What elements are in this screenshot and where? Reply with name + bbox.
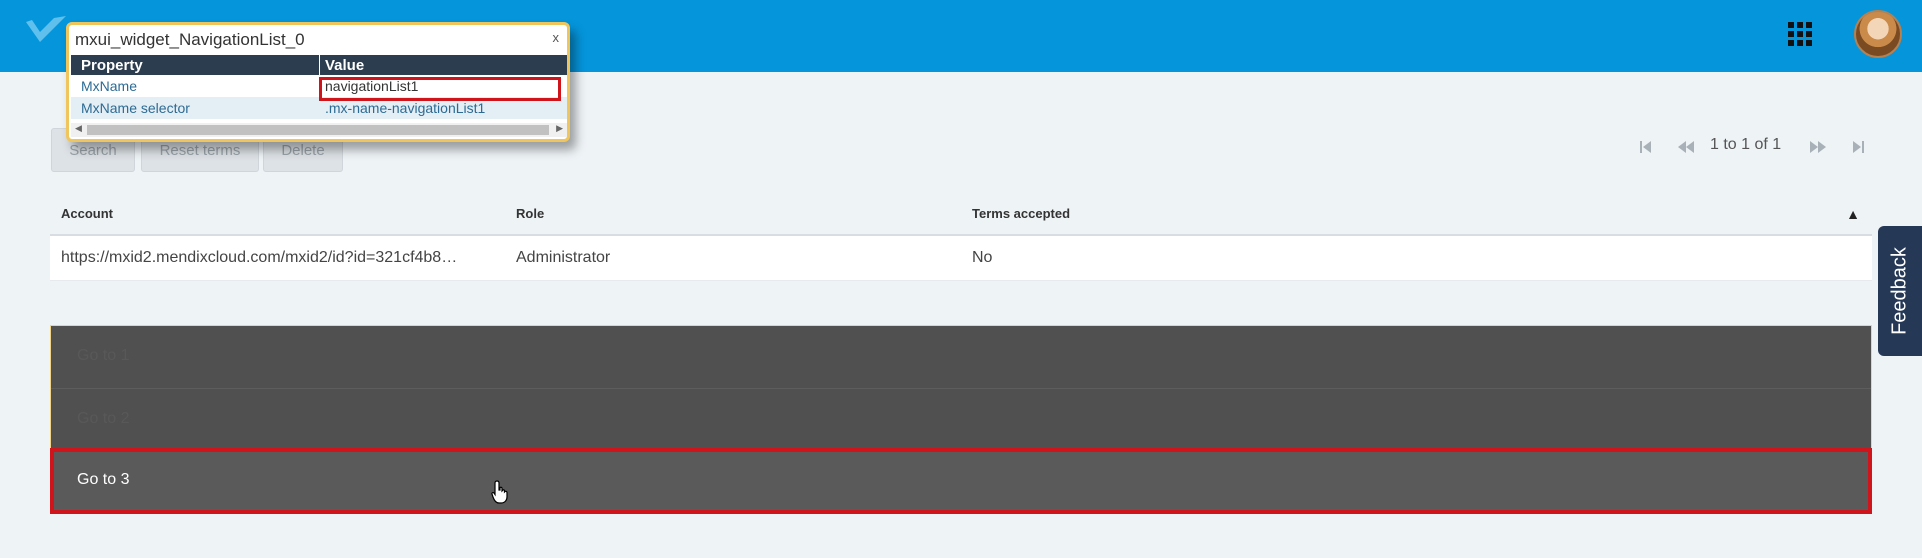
last-page-icon[interactable] xyxy=(1850,135,1866,159)
inspector-value[interactable]: .mx-name-navigationList1 xyxy=(325,100,485,116)
hand-cursor-icon xyxy=(491,480,508,504)
inspector-property: MxName xyxy=(81,78,138,94)
inspector-property: MxName selector xyxy=(81,100,190,116)
feedback-label: Feedback xyxy=(1888,247,1911,335)
user-avatar[interactable] xyxy=(1854,10,1902,58)
column-header-account[interactable]: Account xyxy=(61,206,113,221)
sort-ascending-icon[interactable]: ▲ xyxy=(1846,206,1860,222)
cell-role: Administrator xyxy=(516,249,611,266)
nav-item-go-to-2[interactable]: Go to 2 xyxy=(51,389,1871,452)
highlight-box xyxy=(319,77,561,101)
cell-account: https://mxid2.mendixcloud.com/mxid2/id?i… xyxy=(61,249,458,266)
widget-inspector-popup: mxui_widget_NavigationList_0 x Property … xyxy=(66,22,570,142)
inspector-header-value: Value xyxy=(325,57,365,74)
navigation-list: Go to 1 Go to 2 Go to 3 xyxy=(50,325,1872,514)
scroll-left-icon[interactable]: ◀ xyxy=(75,123,82,134)
nav-item-label: Go to 1 xyxy=(77,347,130,364)
nav-item-go-to-3[interactable]: Go to 3 xyxy=(50,448,1872,514)
next-page-icon[interactable] xyxy=(1808,135,1828,159)
cell-terms-accepted: No xyxy=(972,249,993,266)
header-divider xyxy=(319,55,320,75)
previous-page-icon[interactable] xyxy=(1676,135,1696,159)
pager-status: 1 to 1 of 1 xyxy=(1710,136,1782,153)
inspector-header-property: Property xyxy=(81,57,143,74)
feedback-tab[interactable]: Feedback xyxy=(1878,226,1922,356)
scroll-right-icon[interactable]: ▶ xyxy=(556,123,563,134)
nav-item-label: Go to 2 xyxy=(77,410,130,427)
column-header-terms-accepted[interactable]: Terms accepted xyxy=(972,206,1070,221)
nav-item-go-to-1[interactable]: Go to 1 xyxy=(51,326,1871,389)
horizontal-scrollbar[interactable]: ◀ ▶ xyxy=(71,123,567,137)
inspector-title: mxui_widget_NavigationList_0 xyxy=(75,30,305,49)
scrollbar-thumb[interactable] xyxy=(87,125,549,135)
app-switcher-icon[interactable] xyxy=(1788,22,1812,46)
grid-header: Account Role Terms accepted ▲ xyxy=(50,198,1872,236)
inspector-table-header: Property Value xyxy=(71,55,567,75)
table-row[interactable]: https://mxid2.mendixcloud.com/mxid2/id?i… xyxy=(50,236,1872,281)
close-icon[interactable]: x xyxy=(553,30,560,45)
column-header-role[interactable]: Role xyxy=(516,206,544,221)
first-page-icon[interactable] xyxy=(1638,135,1654,159)
app-logo-icon[interactable] xyxy=(24,14,68,50)
nav-item-label: Go to 3 xyxy=(77,471,130,488)
